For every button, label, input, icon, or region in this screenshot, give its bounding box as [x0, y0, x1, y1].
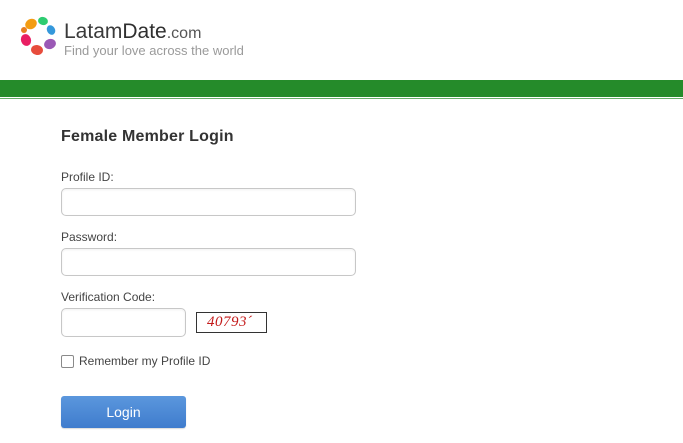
captcha-image[interactable]: 40793´ — [196, 312, 267, 333]
remember-checkbox[interactable] — [61, 354, 74, 368]
form-title: Female Member Login — [61, 128, 234, 145]
green-divider-line — [0, 98, 683, 99]
logo-icon — [20, 16, 56, 56]
remember-profile-id[interactable]: Remember my Profile ID — [61, 353, 210, 369]
brand-date: Date — [122, 20, 167, 43]
remember-label: Remember my Profile ID — [79, 354, 211, 368]
green-nav-bar — [0, 80, 683, 97]
site-header: LatamDate.com Find your love across the … — [0, 0, 683, 80]
verification-code-label: Verification Code: — [61, 290, 156, 304]
brand-latam: Latam — [64, 20, 123, 43]
login-page: LatamDate.com Find your love across the … — [0, 0, 683, 443]
brand-name[interactable]: LatamDate.com — [64, 21, 201, 42]
login-button[interactable]: Login — [61, 396, 186, 428]
verification-code-input[interactable] — [61, 308, 186, 337]
tagline: Find your love across the world — [64, 43, 244, 58]
password-input[interactable] — [61, 248, 356, 276]
brand-com: .com — [166, 25, 202, 42]
profile-id-input[interactable] — [61, 188, 356, 216]
profile-id-label: Profile ID: — [61, 170, 114, 184]
password-label: Password: — [61, 230, 118, 244]
